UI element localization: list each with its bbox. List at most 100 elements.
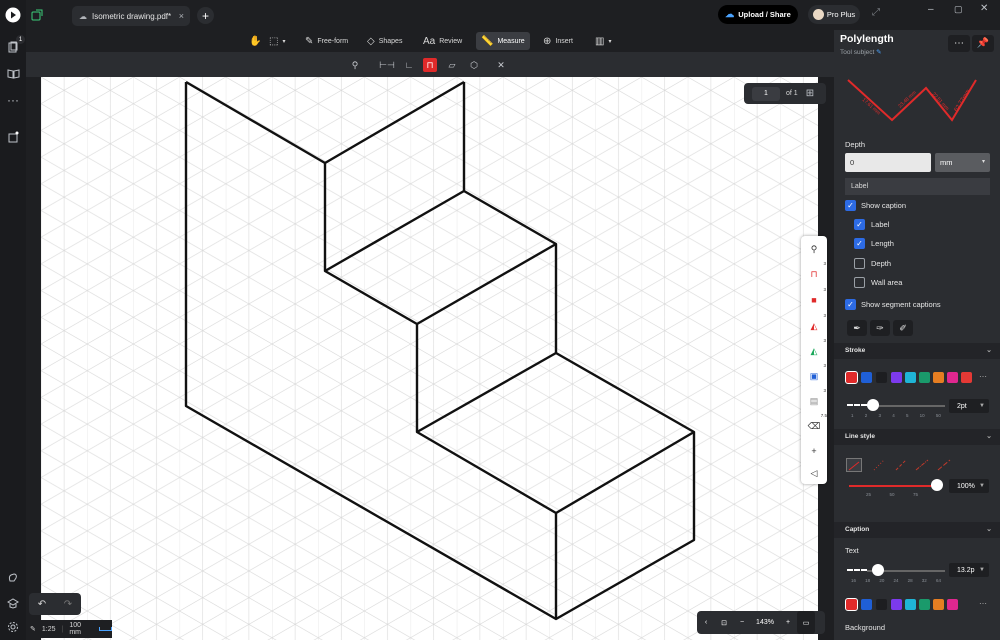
add-tool-icon[interactable]: + (807, 444, 821, 458)
line-style-section-header[interactable]: Line style ⌄ (834, 429, 1000, 445)
grid-view-icon[interactable]: ⊞ (806, 88, 814, 99)
tool-insert[interactable]: ⊕ Insert (538, 32, 578, 50)
caption-color-cyan[interactable] (905, 599, 916, 610)
polylength-icon[interactable]: ⊓ (423, 58, 437, 72)
redo-icon[interactable]: ↷ (64, 599, 72, 610)
stroke-section-header[interactable]: Stroke ⌄ (834, 343, 1000, 359)
maximize-icon[interactable]: ▢ (954, 4, 963, 15)
close-subtoolbar-icon[interactable]: ✕ (494, 58, 508, 72)
more-icon[interactable]: ··· (4, 91, 22, 109)
upload-share-button[interactable]: ☁ Upload / Share (718, 5, 798, 24)
learn-icon[interactable] (4, 594, 22, 612)
caption-color-purple[interactable] (891, 599, 902, 610)
documents-icon[interactable]: 1 (4, 35, 25, 56)
tool-library[interactable]: ▥ ▾ (590, 32, 616, 50)
stroke-color-crimson[interactable] (961, 372, 972, 383)
book-icon[interactable] (4, 64, 22, 82)
stroke-width-knob[interactable] (867, 399, 879, 411)
stroke-color-pink[interactable] (947, 372, 958, 383)
stroke-width-select[interactable]: 2pt ▼ (949, 399, 989, 413)
calibrate-icon[interactable]: ⚲ (348, 58, 362, 72)
stroke-color-black[interactable] (876, 372, 887, 383)
caption-color-pink[interactable] (947, 599, 958, 610)
eraser-icon[interactable]: ⌫ 7.5 (807, 413, 827, 433)
line-style-solid[interactable] (846, 458, 862, 472)
edit-pencil-icon[interactable]: ✎ (876, 49, 881, 56)
document-tab[interactable]: ☁ Isometric drawing.pdf* × (72, 6, 190, 26)
app-logo[interactable] (4, 6, 22, 24)
collapse-bar-icon[interactable]: ◁ (807, 466, 821, 480)
pro-plus-button[interactable]: Pro Plus (808, 5, 860, 24)
area-icon[interactable]: ▱ (445, 58, 459, 72)
hand-help-icon[interactable] (4, 568, 22, 586)
add-tab-button[interactable]: + (197, 7, 214, 24)
rect-tool-icon[interactable]: ▣ 3 (807, 363, 826, 383)
view-mode-icon[interactable]: ▭ (797, 611, 815, 634)
stroke-color-purple[interactable] (891, 372, 902, 383)
area-tool-icon[interactable]: ■ 3 (807, 287, 826, 307)
caption-wall-area-checkbox[interactable] (854, 277, 865, 288)
undo-icon[interactable]: ↶ (38, 599, 46, 610)
length-icon[interactable]: ⊢⊣ (379, 58, 395, 72)
marker-icon[interactable]: ✐ (893, 320, 913, 336)
show-segment-captions-checkbox[interactable]: ✓ (845, 299, 856, 310)
count-tool-icon[interactable]: ◭ 3 (807, 338, 826, 358)
scale-indicator[interactable]: ✎ 1:25 | 100 mm (26, 620, 112, 638)
polylength-tool-icon[interactable]: ⊓ 3 (807, 261, 826, 281)
prev-page-icon[interactable]: ‹ (697, 611, 715, 634)
caption-length-checkbox[interactable]: ✓ (854, 238, 865, 249)
expand-icon[interactable]: ⤢ (872, 7, 880, 18)
caption-section-header[interactable]: Caption ⌄ (834, 522, 1000, 538)
pen-tick-icon[interactable]: ✑ (870, 320, 890, 336)
volume-icon[interactable]: ⬡ (467, 58, 481, 72)
volume-tool-icon[interactable]: ▤ 3 (807, 388, 826, 408)
more-colors-icon[interactable]: ⋯ (979, 599, 987, 608)
canvas-area[interactable] (26, 77, 834, 640)
page-number-input[interactable]: 1 (752, 86, 780, 101)
more-colors-icon[interactable]: ⋯ (979, 372, 987, 381)
opacity-knob[interactable] (931, 479, 943, 491)
text-size-select[interactable]: 13.2p ▼ (949, 563, 989, 577)
caption-color-orange[interactable] (933, 599, 944, 610)
text-size-knob[interactable] (872, 564, 884, 576)
tool-free-form[interactable]: ✎ Free-form (300, 32, 353, 50)
zoom-in-icon[interactable]: + (779, 611, 797, 634)
opacity-track[interactable] (849, 485, 937, 487)
pin-panel-button[interactable]: 📌 (972, 35, 994, 52)
sync-icon[interactable] (30, 8, 44, 22)
zoom-out-icon[interactable]: − (733, 611, 751, 634)
caption-label-checkbox[interactable]: ✓ (854, 219, 865, 230)
stroke-color-red[interactable] (845, 371, 858, 384)
caption-depth-checkbox[interactable] (854, 258, 865, 269)
line-style-options[interactable] (870, 457, 960, 473)
angle-tool-icon[interactable]: ◭ 3 (807, 313, 826, 333)
minimize-icon[interactable]: – (928, 4, 934, 15)
stamp-icon[interactable] (4, 128, 22, 146)
unit-select[interactable]: mm ▾ (935, 153, 990, 172)
caption-color-blue[interactable] (861, 599, 872, 610)
tool-select[interactable]: ⬚ ▾ (264, 32, 290, 50)
show-caption-checkbox[interactable]: ✓ (845, 200, 856, 211)
window-close-icon[interactable]: ✕ (980, 3, 988, 14)
caption-color-black[interactable] (876, 599, 887, 610)
caption-color-green[interactable] (919, 599, 930, 610)
zoom-level[interactable]: 143% (751, 611, 779, 634)
tool-shapes[interactable]: ◇ Shapes (362, 32, 407, 50)
label-input[interactable]: Label (845, 178, 990, 195)
fit-page-icon[interactable]: ⊡ (715, 611, 733, 634)
close-tab-icon[interactable]: × (179, 11, 184, 21)
angle-icon[interactable]: ∟ (402, 58, 416, 72)
pen-style-icon[interactable]: ✒ (847, 320, 867, 336)
stroke-color-cyan[interactable] (905, 372, 916, 383)
depth-input[interactable]: 0 (845, 153, 931, 172)
stroke-color-orange[interactable] (933, 372, 944, 383)
panel-more-button[interactable]: ⋯ (948, 35, 970, 52)
tool-measure[interactable]: 📏 Measure (476, 32, 530, 50)
panel-subtitle[interactable]: Tool subject ✎ (840, 48, 882, 56)
stroke-color-blue[interactable] (861, 372, 872, 383)
calibrate-tool-icon[interactable]: ⚲ (807, 242, 821, 256)
document-page[interactable] (41, 77, 818, 640)
stroke-color-green[interactable] (919, 372, 930, 383)
tool-review[interactable]: Aa Review (418, 32, 467, 50)
caption-color-red[interactable] (845, 598, 858, 611)
